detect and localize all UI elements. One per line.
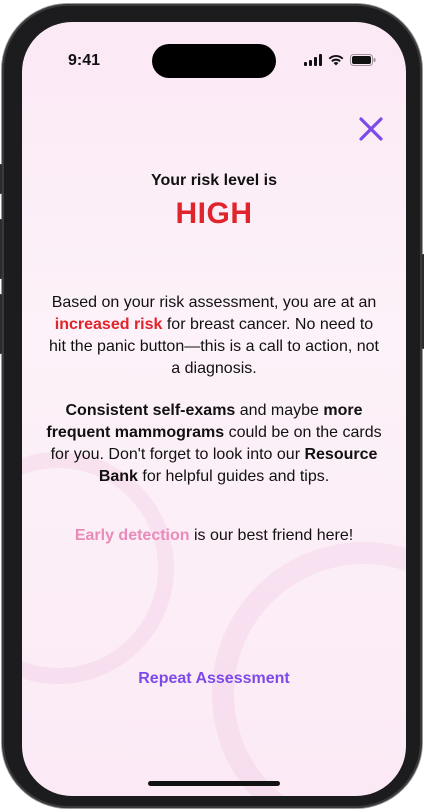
background-swirl [212,542,406,796]
repeat-assessment-button[interactable]: Repeat Assessment [22,670,406,688]
volume-down-button [0,294,2,354]
recommendation-paragraph: Consistent self-exams and maybe more fre… [46,400,382,488]
volume-up-button [0,219,2,279]
early-detection-highlight: Early detection [74,527,190,544]
paragraph-text: Based on your risk assessment, you are a… [51,294,377,311]
paragraph-text: is our best friend here! [189,527,354,544]
mute-switch [0,164,2,194]
early-detection-paragraph: Early detection is our best friend here! [46,525,382,547]
battery-icon [350,54,376,66]
status-time: 9:41 [68,52,101,69]
paragraph-text: and maybe [235,402,324,419]
close-button[interactable] [356,114,386,144]
self-exams-highlight: Consistent self-exams [65,402,236,419]
phone-frame: 9:41 Your risk level is HIGH Based on yo… [0,4,424,808]
increased-risk-highlight: increased risk [54,316,163,333]
signal-icon [304,54,322,66]
paragraph-text: for helpful guides and tips. [137,468,330,485]
status-bar: 9:41 [22,22,406,78]
status-icons [304,54,376,66]
screen: 9:41 Your risk level is HIGH Based on yo… [22,22,406,796]
risk-explanation-paragraph: Based on your risk assessment, you are a… [46,292,382,380]
close-icon [359,117,383,141]
risk-level-intro: Your risk level is [151,172,277,189]
dynamic-island [152,44,276,78]
risk-level-value: HIGH [175,197,253,230]
wifi-icon [328,54,344,66]
home-indicator[interactable] [148,781,280,786]
